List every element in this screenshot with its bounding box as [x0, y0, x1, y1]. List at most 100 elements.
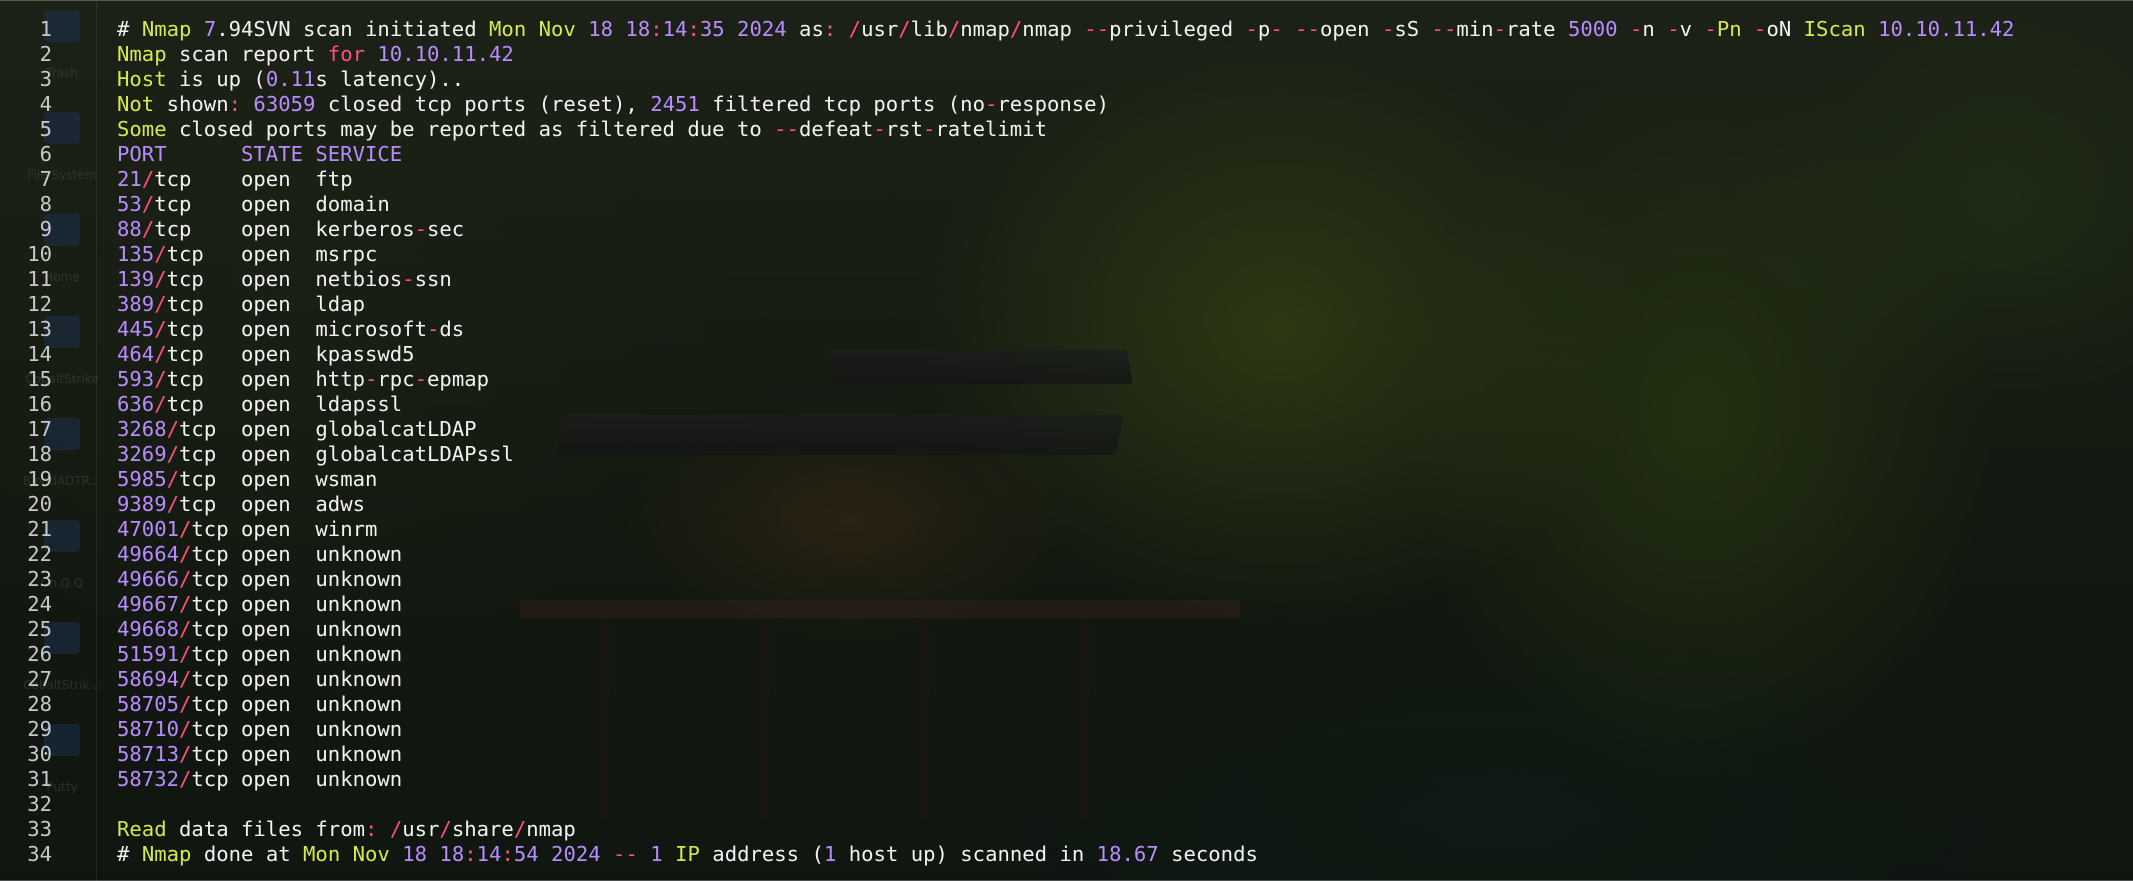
syntax-token: /	[439, 817, 452, 841]
editor-line[interactable]: 31 58732/tcp open unknown	[0, 767, 402, 792]
editor-line[interactable]: 33 Read data files from: /usr/share/nmap	[0, 817, 576, 842]
syntax-token: -	[1629, 17, 1643, 41]
syntax-token: tcp open netbios	[166, 267, 403, 291]
editor-line[interactable]: 25 49668/tcp open unknown	[0, 617, 402, 642]
syntax-token	[365, 42, 377, 66]
syntax-token: Pn	[1716, 17, 1742, 41]
line-number: 16	[27, 392, 52, 416]
line-text: PORT STATE SERVICE	[117, 142, 402, 167]
syntax-token: 10.10.11.42	[377, 42, 514, 66]
syntax-token: Not	[117, 92, 155, 116]
editor-line[interactable]: 12 389/tcp open ldap	[0, 292, 365, 317]
syntax-token	[1742, 17, 1754, 41]
syntax-token: Read	[117, 817, 167, 841]
syntax-token: tcp open ldapssl	[166, 392, 403, 416]
line-text: 389/tcp open ldap	[117, 292, 365, 317]
line-text: 58705/tcp open unknown	[117, 692, 402, 717]
editor-line[interactable]: 20 9389/tcp open adws	[0, 492, 365, 517]
line-text: 47001/tcp open winrm	[117, 517, 377, 542]
line-number: 25	[27, 617, 52, 641]
editor-line[interactable]: 34 # Nmap done at Mon Nov 18 18:14:54 202…	[0, 842, 1258, 867]
syntax-token	[836, 17, 848, 41]
editor-line[interactable]: 10 135/tcp open msrpc	[0, 242, 377, 267]
line-number: 7	[39, 167, 52, 191]
syntax-token: :	[823, 17, 837, 41]
editor-line[interactable]: 1 # Nmap 7.94SVN scan initiated Mon Nov 1…	[0, 17, 2015, 42]
line-text: 445/tcp open microsoft-ds	[117, 317, 464, 342]
editor-line[interactable]: 21 47001/tcp open winrm	[0, 517, 377, 542]
syntax-token	[1283, 17, 1295, 41]
editor-line[interactable]: 30 58713/tcp open unknown	[0, 742, 402, 767]
syntax-token: --	[1084, 17, 1110, 41]
editor-line[interactable]: 2 Nmap scan report for 10.10.11.42	[0, 42, 514, 67]
line-number: 22	[27, 542, 52, 566]
editor-line[interactable]: 26 51591/tcp open unknown	[0, 642, 402, 667]
syntax-token	[191, 17, 203, 41]
syntax-token: 2451	[650, 92, 700, 116]
syntax-token: 14	[662, 17, 688, 41]
line-text: 58710/tcp open unknown	[117, 717, 402, 742]
syntax-token: Host	[117, 67, 167, 91]
editor-line[interactable]: 11 139/tcp open netbios-ssn	[0, 267, 452, 292]
syntax-token: tcp open kerberos	[154, 217, 415, 241]
editor-line[interactable]: 17 3268/tcp open globalcatLDAP	[0, 417, 476, 442]
line-number: 10	[27, 242, 52, 266]
syntax-token	[1866, 17, 1878, 41]
syntax-token: IP	[675, 842, 700, 866]
editor-line[interactable]: 32	[0, 792, 52, 817]
syntax-token: for	[327, 42, 365, 66]
syntax-token: ssn	[414, 267, 452, 291]
syntax-token: /	[166, 467, 180, 491]
editor-line[interactable]: 29 58710/tcp open unknown	[0, 717, 402, 742]
syntax-token: p	[1257, 17, 1271, 41]
line-text: 51591/tcp open unknown	[117, 642, 402, 667]
editor-line[interactable]: 7 21/tcp open ftp	[0, 167, 353, 192]
editor-line[interactable]: 27 58694/tcp open unknown	[0, 667, 402, 692]
syntax-token: /	[154, 242, 167, 266]
editor-line[interactable]: 22 49664/tcp open unknown	[0, 542, 402, 567]
syntax-token: tcp open msrpc	[166, 242, 378, 266]
syntax-token: :	[365, 817, 378, 841]
syntax-token: tcp open unknown	[191, 567, 403, 591]
syntax-token: tcp open microsoft	[166, 317, 427, 341]
syntax-token: 58694	[117, 667, 179, 691]
editor-line[interactable]: 6 PORT STATE SERVICE	[0, 142, 403, 167]
syntax-token: -	[873, 117, 886, 141]
editor-line[interactable]: 23 49666/tcp open unknown	[0, 567, 402, 592]
editor-line[interactable]: 24 49667/tcp open unknown	[0, 592, 402, 617]
syntax-token: open	[1319, 17, 1382, 41]
line-text: 3268/tcp open globalcatLDAP	[117, 417, 477, 442]
syntax-token: s latency)..	[315, 67, 465, 91]
syntax-token: tcp open ldap	[166, 292, 365, 316]
line-number: 2	[39, 42, 52, 66]
editor-line[interactable]: 14 464/tcp open kpasswd5	[0, 342, 414, 367]
syntax-token: 9389	[117, 492, 167, 516]
syntax-token: 58713	[117, 742, 179, 766]
editor-line[interactable]: 28 58705/tcp open unknown	[0, 692, 402, 717]
syntax-token	[377, 817, 389, 841]
syntax-token	[576, 17, 588, 41]
syntax-token: 0.11	[265, 67, 316, 91]
editor-line[interactable]: 9 88/tcp open kerberos-sec	[0, 217, 465, 242]
syntax-token: /	[154, 292, 167, 316]
terminal-editor[interactable]: 1 # Nmap 7.94SVN scan initiated Mon Nov 1…	[0, 0, 2133, 881]
editor-line[interactable]: 19 5985/tcp open wsman	[0, 467, 377, 492]
editor-line[interactable]: 3 Host is up (0.11s latency)..	[0, 67, 465, 92]
line-number: 32	[27, 792, 52, 816]
syntax-token: is up (	[166, 67, 266, 91]
line-number: 31	[27, 767, 52, 791]
syntax-token: #	[117, 17, 142, 41]
syntax-token: :	[228, 92, 242, 116]
editor-line[interactable]: 8 53/tcp open domain	[0, 192, 390, 217]
line-number: 12	[27, 292, 52, 316]
syntax-token: 14	[476, 842, 502, 866]
line-number: 24	[27, 592, 52, 616]
editor-line[interactable]: 16 636/tcp open ldapssl	[0, 392, 402, 417]
editor-line[interactable]: 13 445/tcp open microsoft-ds	[0, 317, 464, 342]
syntax-token: /	[179, 692, 192, 716]
syntax-token: Some	[117, 117, 167, 141]
editor-line[interactable]: 18 3269/tcp open globalcatLDAPssl	[0, 442, 514, 467]
editor-line[interactable]: 4 Not shown: 63059 closed tcp ports (rese…	[0, 92, 1109, 117]
editor-line[interactable]: 15 593/tcp open http-rpc-epmap	[0, 367, 489, 392]
editor-line[interactable]: 5 Some closed ports may be reported as fi…	[0, 117, 1047, 142]
